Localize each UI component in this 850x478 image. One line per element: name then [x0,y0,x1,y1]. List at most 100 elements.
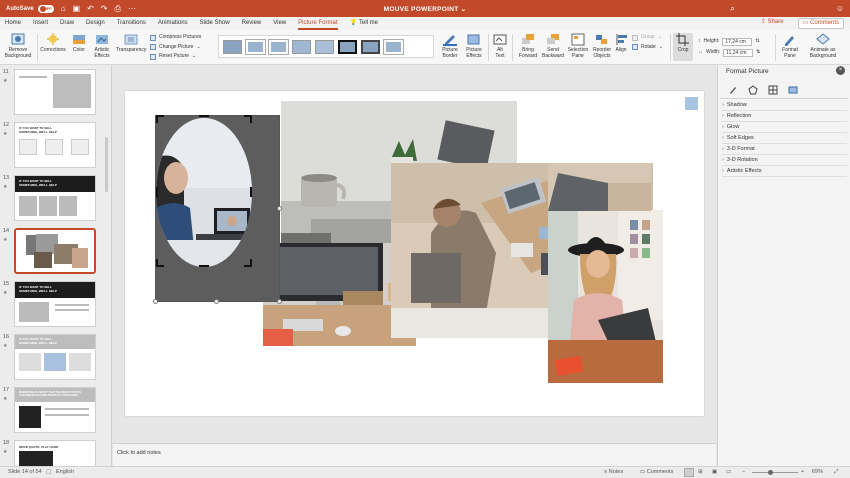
normal-view-icon[interactable] [684,468,694,477]
slide-thumbnail-14[interactable] [14,228,96,274]
zoom-slider-thumb[interactable] [768,470,773,475]
tab-picture-format[interactable]: Picture Format [298,17,338,30]
crop-button[interactable]: Crop [673,33,693,61]
share-button[interactable]: ⇪ Share [757,18,788,29]
selection-pane-button[interactable]: Selection Pane [566,33,590,59]
undo-icon[interactable]: ↶ [87,4,94,13]
autosave-toggle[interactable]: OFF [37,4,54,13]
resize-handle-right[interactable] [277,206,282,211]
size-properties-icon[interactable] [768,85,778,95]
color-button[interactable]: Color [70,33,88,54]
picture-style-7[interactable] [361,39,380,54]
save-icon[interactable]: ▣ [73,4,81,13]
crop-frame[interactable] [155,115,280,302]
photo-woman-hat[interactable] [548,210,663,383]
section-glow[interactable]: › Glow [722,122,847,133]
zoom-in-icon[interactable]: + [801,467,804,478]
crop-handle-bottom[interactable] [199,265,209,267]
reading-view-icon[interactable]: ▣ [712,467,717,478]
fit-slide-icon[interactable]: ⤢ [834,467,838,478]
picture-icon[interactable] [788,85,798,95]
accent-square[interactable] [685,97,698,110]
resize-handle-bottom-left[interactable] [153,299,158,304]
account-icon[interactable]: ☺ [836,4,844,13]
comments-toggle[interactable]: ▭ Comments [640,467,673,478]
resize-handle-bottom-right[interactable] [277,299,282,304]
change-picture-button[interactable]: Change Picture ⌄ [150,43,201,53]
tab-slide-show[interactable]: Slide Show [200,17,230,30]
fill-line-icon[interactable] [728,85,738,95]
bring-forward-button[interactable]: Bring Forward [516,33,540,59]
tab-view[interactable]: View [273,17,286,30]
close-icon[interactable]: × [836,66,845,75]
section-reflection[interactable]: › Reflection [722,111,847,122]
transparency-button[interactable]: Transparency [116,33,146,54]
slide-thumbnail-12[interactable]: IF YOU WANT TO SELL SOMETHING, WE'LL HEL… [14,122,96,168]
slide-thumbnail-17[interactable]: MARKETING IS ABOUT THAT THE RESULTS WITH… [14,387,96,433]
tell-me[interactable]: 💡 Tell me [350,17,379,30]
notes-area[interactable]: Click to add notes [113,443,716,466]
crop-handle-top[interactable] [199,115,209,117]
tab-transitions[interactable]: Transitions [117,17,146,30]
reset-picture-button[interactable]: Reset Picture ⌄ [150,52,201,62]
notes-toggle[interactable]: ≡ Notes [604,467,623,478]
spellcheck-icon[interactable]: ▢ [46,467,51,478]
tab-design[interactable]: Design [86,17,105,30]
redo-icon[interactable]: ↷ [101,4,108,13]
section-3d-rotation[interactable]: › 3-D Rotation [722,155,847,166]
crop-handle-top-left[interactable] [156,115,164,123]
crop-handle-left[interactable] [156,187,158,197]
width-field[interactable]: 11,24 cm [723,48,754,57]
search-icon[interactable]: ⌕ [730,3,740,13]
section-shadow[interactable]: › Shadow [722,100,847,111]
slide-thumbnail-11[interactable] [14,69,96,115]
slide-thumbnail-13[interactable]: IF YOU WANT TO SELL SOMETHING, WE'LL HEL… [14,175,96,221]
section-artistic-effects[interactable]: › Artistic Effects [722,166,847,177]
zoom-slider[interactable] [752,472,798,473]
thumbnails-scrollbar[interactable] [105,137,108,192]
picture-style-3[interactable] [269,39,288,54]
height-stepper[interactable]: ⇅ [755,36,759,47]
picture-style-8[interactable] [384,39,403,54]
align-button[interactable]: Align [614,33,628,54]
zoom-out-icon[interactable]: − [742,467,745,478]
remove-background-button[interactable]: Remove Background [4,33,32,59]
crop-handle-bottom-right[interactable] [244,259,252,267]
tab-insert[interactable]: Insert [33,17,48,30]
section-3d-format[interactable]: › 3-D Format [722,144,847,155]
language-label[interactable]: English [56,467,74,478]
tab-review[interactable]: Review [242,17,262,30]
comments-button[interactable]: ▭ Comments [797,18,844,29]
width-stepper[interactable]: ⇅ [756,47,760,58]
picture-style-5[interactable] [315,39,334,54]
crop-handle-right[interactable] [250,187,252,197]
zoom-level[interactable]: 69% [812,467,823,478]
tab-draw[interactable]: Draw [60,17,74,30]
slide-sorter-icon[interactable]: ⊞ [698,467,703,478]
section-soft-edges[interactable]: › Soft Edges [722,133,847,144]
group-button[interactable]: Group ⌄ [632,33,663,43]
reorder-objects-button[interactable]: Reorder Objects [591,33,613,59]
height-field[interactable]: 17,24 cm [722,37,753,46]
slide-14[interactable] [125,91,704,416]
send-backward-button[interactable]: Send Backward [541,33,565,59]
tab-home[interactable]: Home [5,17,21,30]
crop-handle-top-right[interactable] [244,115,252,123]
picture-style-2[interactable] [246,39,265,54]
artistic-effects-button[interactable]: Artistic Effects [91,33,113,59]
rotate-button[interactable]: Rotate ⌄ [632,43,663,53]
corrections-button[interactable]: Corrections [40,33,66,54]
slide-thumbnail-15[interactable]: IF YOU WANT TO SELL SOMETHING, WE'LL HEL… [14,281,96,327]
picture-effects-button[interactable]: Picture Effects [463,33,485,59]
slide-thumbnail-18[interactable]: MOVE QUOTE, PLAY HARD [14,440,96,466]
tab-animations[interactable]: Animations [158,17,188,30]
picture-style-1[interactable] [223,39,242,54]
slide-thumbnail-16[interactable]: IF YOU WANT TO SELL SOMETHING, WE'LL HEL… [14,334,96,380]
picture-style-6[interactable] [338,39,357,54]
picture-style-4[interactable] [292,39,311,54]
alt-text-button[interactable]: Alt Text [491,33,509,59]
crop-handle-bottom-left[interactable] [156,259,164,267]
resize-handle-bottom[interactable] [214,299,219,304]
effects-icon[interactable] [748,85,758,95]
home-icon[interactable]: ⌂ [61,4,66,13]
